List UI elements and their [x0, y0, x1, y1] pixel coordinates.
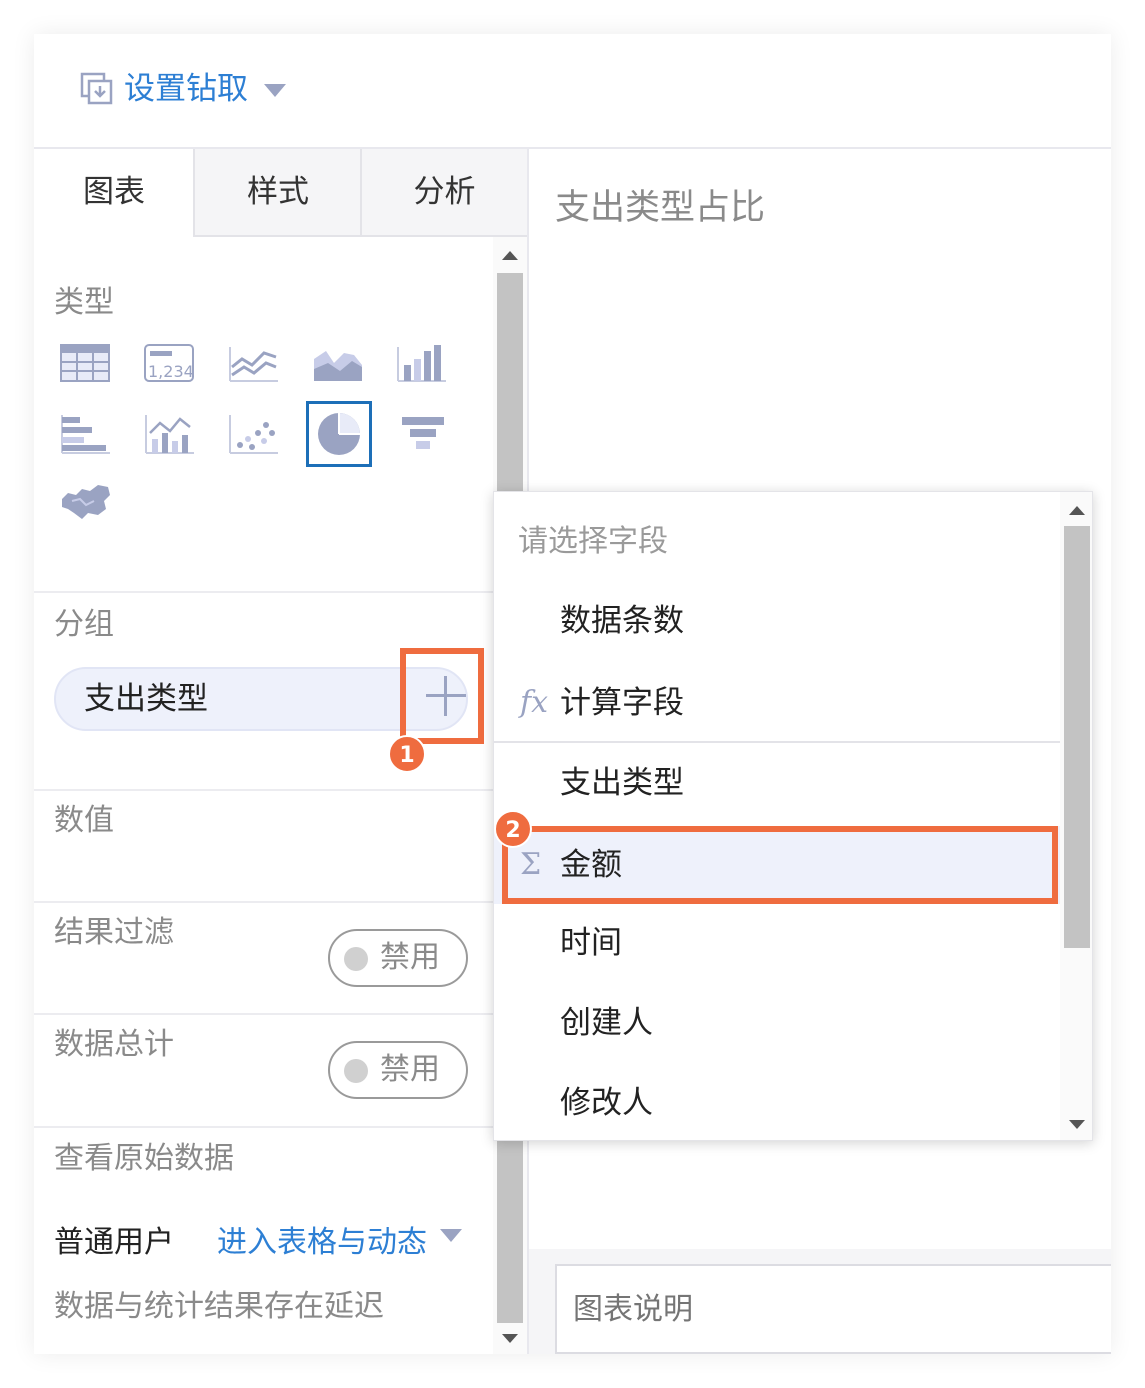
dropdown-item-record-count[interactable]: 数据条数	[494, 582, 1060, 660]
scroll-up-icon[interactable]	[1069, 506, 1085, 515]
group-section-label: 分组	[54, 607, 114, 642]
user-role-label: 普通用户	[54, 1225, 174, 1260]
config-tabs: 图表 样式 分析	[34, 149, 527, 237]
dropdown-divider	[494, 741, 1060, 743]
scatter-chart-icon[interactable]	[226, 411, 282, 457]
step-badge-1: 1	[388, 735, 426, 773]
value-section-label: 数值	[54, 803, 114, 838]
total-toggle[interactable]: 禁用	[328, 1041, 468, 1099]
indicator-card-icon[interactable]: 1,234	[142, 341, 198, 387]
toggle-knob	[344, 947, 368, 971]
divider	[34, 789, 493, 791]
total-section-label: 数据总计	[54, 1027, 174, 1062]
step-badge-2: 2	[494, 810, 532, 848]
drill-icon[interactable]	[80, 72, 114, 106]
area-chart-icon[interactable]	[310, 341, 366, 387]
toggle-label: 禁用	[380, 940, 440, 975]
pie-chart-selected-frame[interactable]	[306, 401, 372, 467]
svg-text:1,234: 1,234	[148, 362, 194, 381]
description-area	[529, 1249, 1111, 1354]
raw-data-section-label: 查看原始数据	[54, 1141, 234, 1176]
dropdown-item-label: 计算字段	[560, 685, 684, 721]
chevron-down-icon[interactable]	[264, 84, 286, 97]
enter-table-link[interactable]: 进入表格与动态	[217, 1217, 427, 1261]
filter-toggle[interactable]: 禁用	[328, 929, 468, 987]
field-select-dropdown: 请选择字段 数据条数 fx 计算字段 支出类型 Σ 金额 时间 创建人 修改人	[493, 491, 1093, 1141]
dropdown-prompt: 请选择字段	[518, 524, 668, 559]
pie-chart-icon	[318, 413, 360, 455]
bar-chart-icon[interactable]	[394, 341, 450, 387]
add-value-button[interactable]	[400, 648, 484, 744]
scroll-thumb[interactable]	[1064, 526, 1090, 948]
toggle-label: 禁用	[380, 1052, 440, 1087]
funnel-chart-icon[interactable]	[396, 411, 452, 457]
function-icon: fx	[520, 685, 549, 720]
filter-section-label: 结果过滤	[54, 915, 174, 950]
editor-header: 设置钻取	[34, 34, 1111, 149]
horizontal-bar-chart-icon[interactable]	[58, 411, 114, 457]
dropdown-scrollbar[interactable]	[1060, 492, 1092, 1140]
set-drill-button[interactable]: 设置钻取	[124, 68, 248, 110]
table-chart-icon[interactable]	[58, 341, 114, 387]
dropdown-item-label: 时间	[560, 925, 622, 961]
tab-chart[interactable]: 图表	[34, 149, 194, 237]
divider	[34, 1013, 493, 1015]
scroll-up-icon[interactable]	[502, 251, 518, 260]
combo-chart-icon[interactable]	[142, 411, 198, 457]
dropdown-item-label: 支出类型	[560, 765, 684, 801]
line-chart-icon[interactable]	[226, 341, 282, 387]
selection-highlight-frame	[502, 826, 1058, 904]
chevron-down-icon[interactable]	[440, 1229, 462, 1242]
plus-icon-stroke	[444, 676, 447, 716]
toggle-knob	[344, 1059, 368, 1083]
chart-title[interactable]: 支出类型占比	[555, 179, 765, 230]
dropdown-item-expense-type[interactable]: 支出类型	[494, 744, 1060, 822]
divider	[34, 591, 493, 593]
type-section-label: 类型	[54, 285, 114, 320]
delay-note: 数据与统计结果存在延迟	[54, 1289, 384, 1324]
dropdown-item-modifier[interactable]: 修改人	[494, 1064, 1060, 1140]
dropdown-item-label: 数据条数	[560, 603, 684, 639]
tab-analysis[interactable]: 分析	[360, 149, 527, 237]
dropdown-item-label: 修改人	[560, 1085, 653, 1121]
dropdown-item-creator[interactable]: 创建人	[494, 984, 1060, 1062]
dropdown-item-time[interactable]: 时间	[494, 904, 1060, 982]
dropdown-item-calculated-field[interactable]: fx 计算字段	[494, 664, 1060, 742]
tab-style[interactable]: 样式	[193, 149, 361, 237]
scroll-down-icon[interactable]	[1069, 1120, 1085, 1129]
scroll-down-icon[interactable]	[502, 1334, 518, 1343]
divider	[34, 1126, 493, 1128]
dropdown-item-label: 创建人	[560, 1005, 653, 1041]
divider	[34, 901, 493, 903]
map-chart-icon[interactable]	[58, 479, 114, 525]
chart-description-input[interactable]	[555, 1264, 1111, 1354]
